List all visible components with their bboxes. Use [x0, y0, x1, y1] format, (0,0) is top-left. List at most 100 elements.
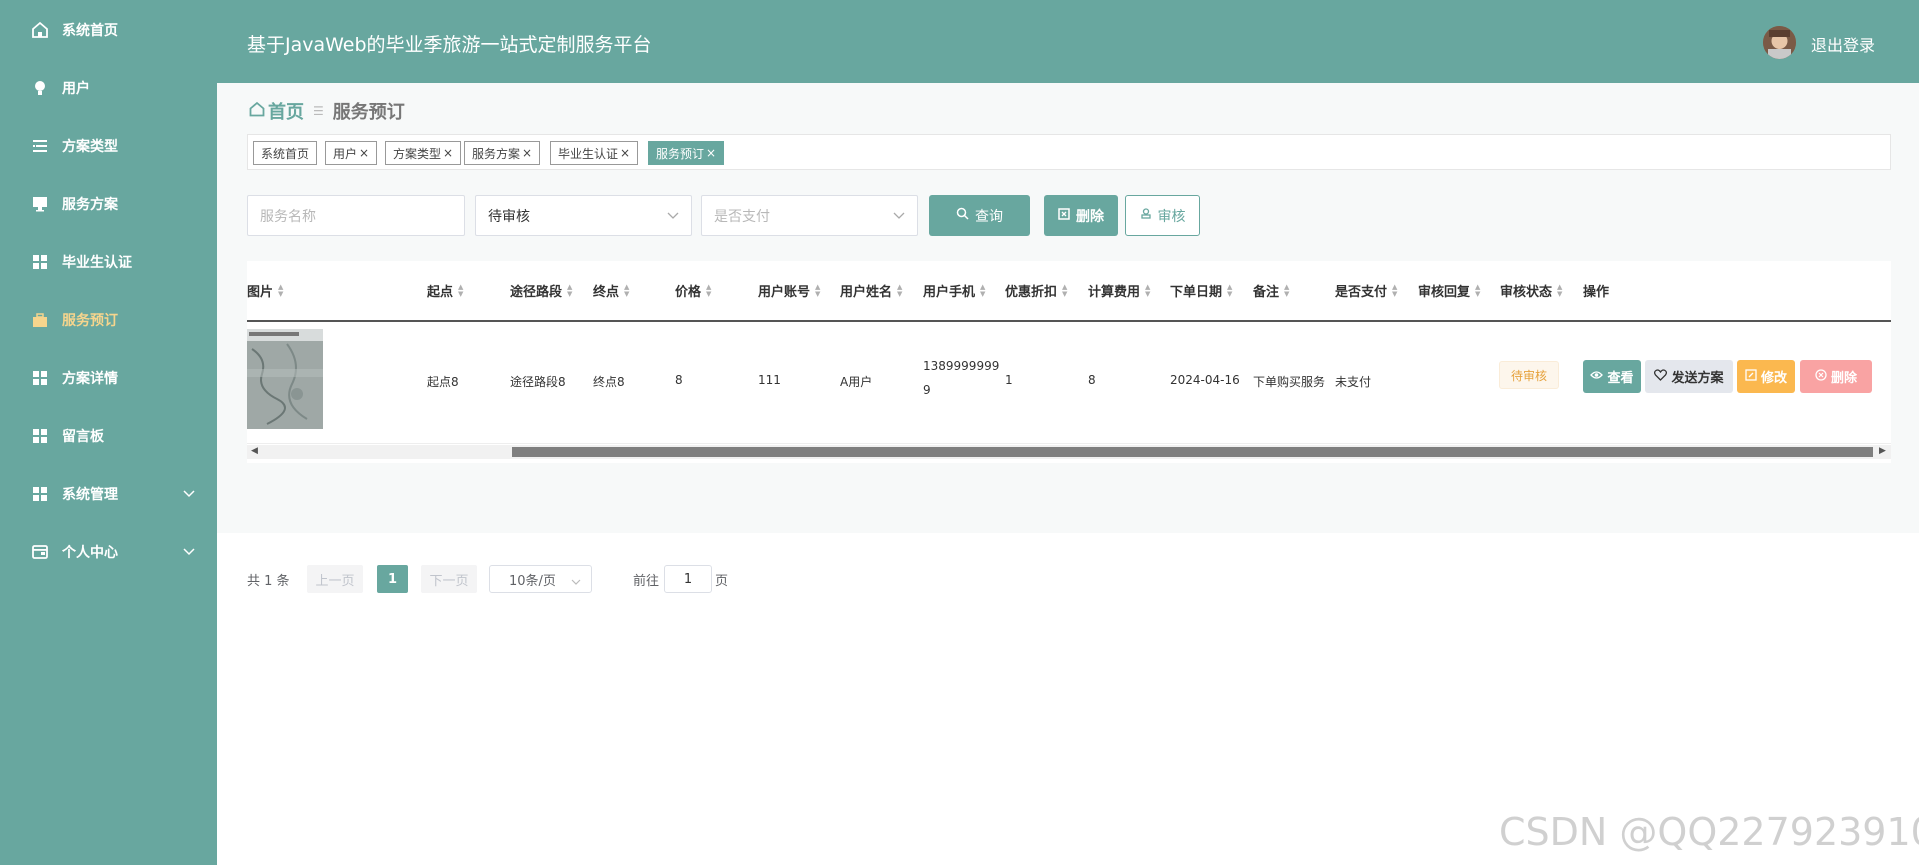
- column-header-price[interactable]: 价格 ▲ ▼: [675, 261, 711, 320]
- sort-icon[interactable]: ▲ ▼: [1284, 283, 1289, 298]
- tab-graduate-auth[interactable]: 毕业生认证 ×: [550, 141, 639, 165]
- payment-status-select[interactable]: 是否支付: [701, 195, 918, 236]
- column-header-discount[interactable]: 优惠折扣 ▲ ▼: [1005, 261, 1067, 320]
- query-button[interactable]: 查询: [929, 195, 1030, 236]
- sidebar-item-plan-details[interactable]: 方案详情: [0, 358, 217, 398]
- close-icon[interactable]: ×: [522, 146, 532, 160]
- column-header-image[interactable]: 图片 ▲ ▼: [247, 261, 283, 320]
- column-header-label: 起点: [427, 285, 454, 300]
- sidebar-item-system-management[interactable]: 系统管理: [0, 474, 217, 514]
- sidebar-item-service-booking[interactable]: 服务预订: [0, 300, 217, 340]
- scroll-left-icon[interactable]: ◀: [251, 446, 258, 456]
- breadcrumb-home[interactable]: 首页: [249, 98, 304, 124]
- delete-icon: [1058, 207, 1070, 224]
- sort-icon[interactable]: ▲ ▼: [1475, 283, 1480, 298]
- column-header-reply[interactable]: 审核回复 ▲ ▼: [1418, 261, 1480, 320]
- prev-page-button[interactable]: 上一页: [307, 565, 363, 593]
- column-header-start[interactable]: 起点 ▲ ▼: [427, 261, 463, 320]
- send-plan-button[interactable]: 发送方案: [1645, 360, 1733, 393]
- sidebar-item-label: 方案详情: [62, 371, 118, 387]
- close-icon[interactable]: ×: [359, 146, 369, 160]
- column-header-label: 图片: [247, 285, 274, 300]
- main-content: 首页 ☰ 服务预订 系统首页 用户 × 方案类型 × 服务方案 × 毕业生认证 × 服务…: [217, 83, 1919, 593]
- sidebar-item-label: 个人中心: [62, 545, 118, 561]
- sort-icon[interactable]: ▲ ▼: [1227, 283, 1232, 298]
- chevron-down-icon: [183, 546, 195, 559]
- close-circle-icon: [1815, 368, 1827, 385]
- sort-icon[interactable]: ▲ ▼: [278, 283, 283, 298]
- sort-icon[interactable]: ▲ ▼: [815, 283, 820, 298]
- tab-plan-types[interactable]: 方案类型 ×: [385, 141, 462, 165]
- review-button-label: 审核: [1157, 208, 1186, 225]
- tab-home[interactable]: 系统首页: [253, 141, 318, 165]
- page-size-select[interactable]: 10条/页: [489, 565, 592, 593]
- sort-icon[interactable]: ▲ ▼: [1392, 283, 1397, 298]
- sort-icon[interactable]: ▲ ▼: [567, 283, 572, 298]
- cell-price: 8: [675, 373, 683, 387]
- edit-button[interactable]: 修改: [1737, 360, 1795, 393]
- review-button[interactable]: 审核: [1125, 195, 1200, 236]
- monitor-icon: [31, 195, 49, 213]
- sidebar-item-service-plans[interactable]: 服务方案: [0, 184, 217, 224]
- column-header-status[interactable]: 审核状态 ▲ ▼: [1500, 261, 1562, 320]
- cell-end: 终点8: [593, 375, 625, 389]
- column-header-fee[interactable]: 计算费用 ▲ ▼: [1088, 261, 1150, 320]
- view-button-label: 查看: [1607, 371, 1634, 386]
- header-divider: [247, 320, 1891, 322]
- avatar[interactable]: [1763, 26, 1796, 59]
- goto-page-input[interactable]: 1: [664, 565, 712, 593]
- sort-icon[interactable]: ▲ ▼: [897, 283, 902, 298]
- sort-icon[interactable]: ▲ ▼: [980, 283, 985, 298]
- column-header-username[interactable]: 用户姓名 ▲ ▼: [840, 261, 902, 320]
- column-header-end[interactable]: 终点 ▲ ▼: [593, 261, 629, 320]
- logout-button[interactable]: 退出登录: [1811, 32, 1875, 56]
- sort-icon[interactable]: ▲ ▼: [458, 283, 463, 298]
- list-icon: [31, 137, 49, 155]
- cell-route: 途径路段8: [510, 375, 566, 389]
- sort-icon[interactable]: ▲ ▼: [706, 283, 711, 298]
- horizontal-scrollbar[interactable]: ◀ ▶: [247, 445, 1891, 459]
- sidebar-item-plan-types[interactable]: 方案类型: [0, 126, 217, 166]
- page-number-current[interactable]: 1: [377, 565, 408, 593]
- view-button[interactable]: 查看: [1583, 360, 1641, 393]
- sidebar-item-graduate-auth[interactable]: 毕业生认证: [0, 242, 217, 282]
- batch-delete-button[interactable]: 删除: [1044, 195, 1118, 236]
- sort-icon[interactable]: ▲ ▼: [1062, 283, 1067, 298]
- next-page-button[interactable]: 下一页: [421, 565, 477, 593]
- column-header-label: 用户账号: [758, 285, 811, 300]
- sidebar-item-label: 服务方案: [62, 197, 118, 213]
- column-header-note[interactable]: 备注 ▲ ▼: [1253, 261, 1289, 320]
- column-header-route[interactable]: 途径路段 ▲ ▼: [510, 261, 572, 320]
- plan-thumbnail-image[interactable]: [247, 329, 323, 429]
- breadcrumb-current: 服务预订: [332, 102, 405, 123]
- column-header-phone[interactable]: 用户手机 ▲ ▼: [923, 261, 985, 320]
- close-icon[interactable]: ×: [443, 146, 453, 160]
- column-header-date[interactable]: 下单日期 ▲ ▼: [1170, 261, 1232, 320]
- tabs-bar: 系统首页 用户 × 方案类型 × 服务方案 × 毕业生认证 × 服务预订 ×: [247, 134, 1891, 170]
- column-header-account[interactable]: 用户账号 ▲ ▼: [758, 261, 820, 320]
- sort-icon[interactable]: ▲ ▼: [624, 283, 629, 298]
- review-status-select[interactable]: 待审核: [475, 195, 692, 236]
- scroll-right-icon[interactable]: ▶: [1879, 446, 1886, 456]
- sidebar-item-label: 系统管理: [62, 487, 118, 503]
- sort-icon[interactable]: ▲ ▼: [1145, 283, 1150, 298]
- scrollbar-thumb[interactable]: [512, 447, 1873, 457]
- sidebar-item-users[interactable]: 用户: [0, 68, 217, 108]
- column-header-paid[interactable]: 是否支付 ▲ ▼: [1335, 261, 1397, 320]
- sidebar-item-message-board[interactable]: 留言板: [0, 416, 217, 456]
- service-name-input[interactable]: 服务名称: [247, 195, 465, 236]
- tab-service-booking[interactable]: 服务预订 ×: [648, 141, 725, 165]
- tab-service-plans[interactable]: 服务方案 ×: [464, 141, 541, 165]
- sidebar-item-home[interactable]: 系统首页: [0, 10, 217, 50]
- tab-users[interactable]: 用户 ×: [325, 141, 378, 165]
- column-header-label: 备注: [1253, 285, 1280, 300]
- sort-icon[interactable]: ▲ ▼: [1557, 283, 1562, 298]
- app-title: 基于JavaWeb的毕业季旅游一站式定制服务平台: [247, 34, 652, 56]
- breadcrumb-home-label: 首页: [268, 102, 304, 123]
- service-name-placeholder: 服务名称: [260, 208, 316, 225]
- sidebar-item-personal-center[interactable]: 个人中心: [0, 532, 217, 572]
- close-icon[interactable]: ×: [706, 146, 716, 160]
- close-icon[interactable]: ×: [620, 146, 630, 160]
- delete-button[interactable]: 删除: [1800, 360, 1872, 393]
- column-header-label: 终点: [593, 285, 620, 300]
